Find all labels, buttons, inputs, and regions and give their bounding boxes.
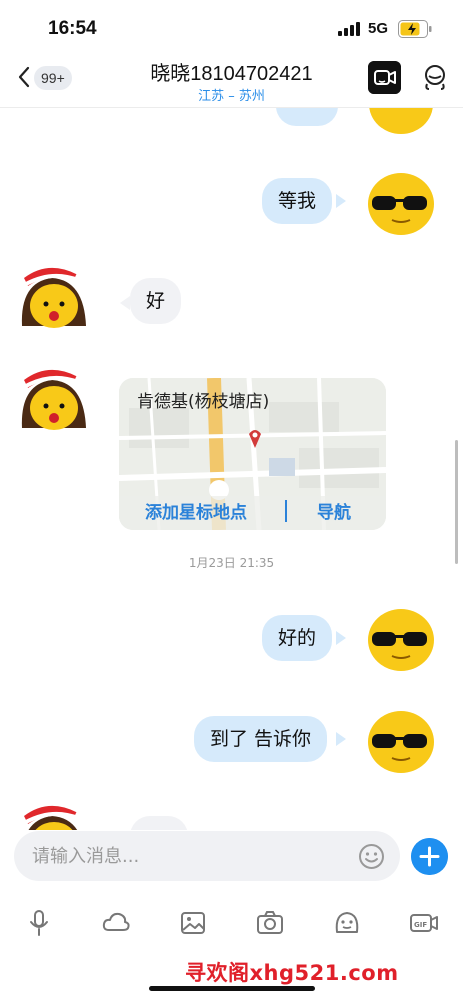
message-bubble-outgoing[interactable]: 好的	[262, 615, 333, 661]
plus-icon[interactable]	[411, 838, 448, 875]
my-avatar-icon[interactable]	[365, 602, 437, 674]
camera-icon[interactable]	[255, 908, 285, 938]
mic-icon[interactable]	[24, 908, 54, 938]
add-star-location-button[interactable]: 添加星标地点	[145, 498, 247, 523]
contact-location: 江苏 – 苏州	[198, 89, 265, 104]
bubble-tail	[336, 732, 346, 746]
unread-badge[interactable]: 99+	[34, 66, 72, 90]
message-bubble-outgoing[interactable]: 等我	[262, 178, 333, 224]
contact-avatar-icon[interactable]	[18, 362, 90, 434]
contact-avatar-icon[interactable]	[18, 798, 90, 830]
my-avatar-icon[interactable]	[365, 704, 437, 776]
contact-name[interactable]: 晓晓18104702421	[100, 57, 363, 86]
message-bubble-outgoing[interactable]: 到了 告诉你	[194, 716, 328, 762]
svg-text:GIF: GIF	[414, 921, 427, 929]
video-call-icon[interactable]	[368, 61, 401, 94]
chat-header: 99+ 晓晓18104702421 江苏 – 苏州	[0, 56, 463, 108]
location-card[interactable]: 肯德基(杨枝塘店) 添加星标地点 导航	[119, 378, 386, 530]
sticker-icon[interactable]	[332, 908, 362, 938]
gif-icon[interactable]: GIF	[409, 908, 439, 938]
cloud-icon[interactable]	[101, 908, 131, 938]
profile-icon[interactable]	[420, 62, 450, 92]
contact-avatar-icon[interactable]	[18, 260, 90, 332]
bubble-tail	[336, 194, 346, 208]
my-avatar-icon[interactable]	[365, 166, 437, 238]
action-divider	[285, 500, 287, 522]
message-bubble-partial[interactable]	[130, 816, 188, 830]
watermark-text: 寻欢阁xhg521.com	[185, 961, 399, 985]
image-icon[interactable]	[178, 908, 208, 938]
location-name: 肯德基(杨枝塘店)	[137, 392, 270, 412]
status-bar: 16:54 5G	[0, 0, 463, 56]
message-bubble-partial[interactable]	[276, 108, 338, 126]
battery-icon	[398, 20, 432, 38]
bubble-tail	[120, 296, 130, 310]
message-input-wrapper	[14, 831, 400, 881]
location-actions: 添加星标地点 导航	[119, 496, 386, 530]
message-timestamp: 1月23日 21:35	[188, 556, 275, 570]
message-input[interactable]	[32, 831, 352, 881]
signal-icon	[338, 22, 362, 36]
status-time: 16:54	[48, 18, 97, 39]
bubble-tail	[336, 631, 346, 645]
scrollbar[interactable]	[455, 440, 458, 564]
network-type: 5G	[368, 20, 389, 37]
input-toolbar: GIF	[0, 900, 463, 944]
message-bubble-incoming[interactable]: 好	[130, 278, 182, 324]
my-avatar-icon[interactable]	[365, 108, 437, 136]
chat-area[interactable]: 等我 好 肯德基(杨枝塘店) 添加星标地点 导航 1月23日 21:35 好的 …	[0, 108, 463, 830]
navigate-button[interactable]: 导航	[317, 498, 351, 523]
home-indicator[interactable]	[149, 986, 315, 991]
emoji-icon[interactable]	[358, 843, 385, 870]
